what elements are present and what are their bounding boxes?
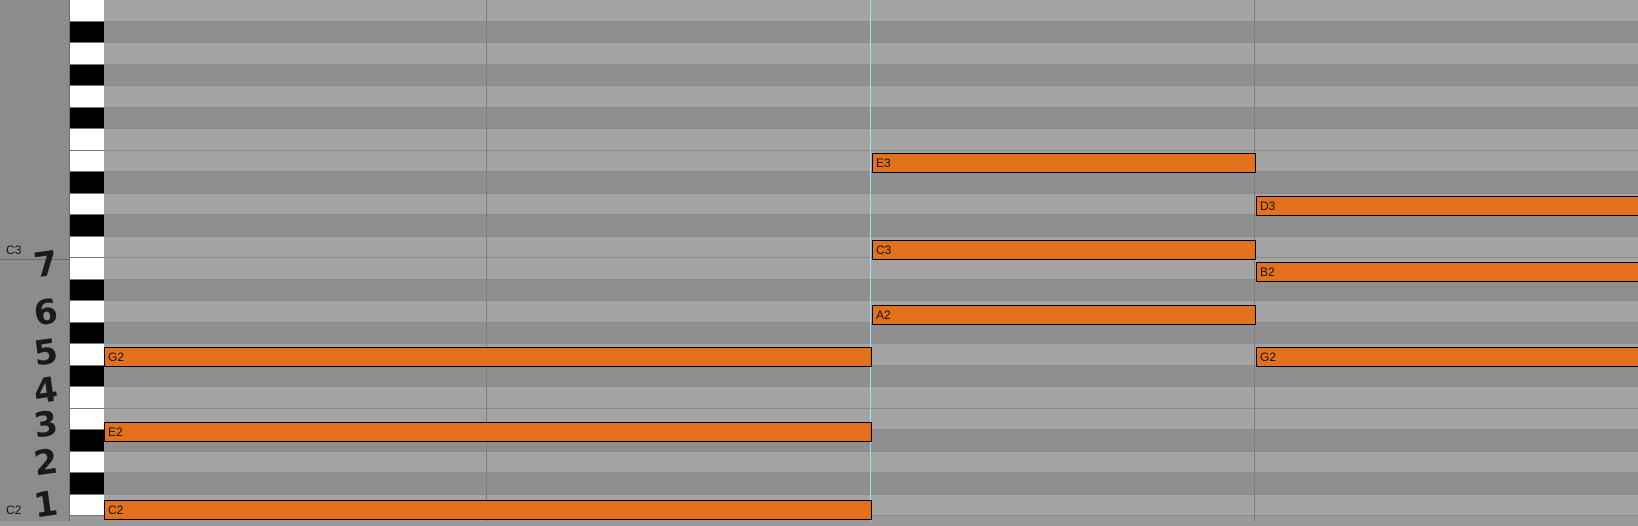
scale-degree-1: 1 xyxy=(31,483,61,526)
piano-keyboard xyxy=(70,0,104,521)
pitch-lane xyxy=(104,473,1638,495)
white-key[interactable] xyxy=(70,0,104,22)
black-key[interactable] xyxy=(70,107,104,129)
black-key[interactable] xyxy=(70,430,104,452)
black-key[interactable] xyxy=(70,215,104,237)
white-key[interactable] xyxy=(70,344,104,366)
midi-note[interactable]: A2 xyxy=(872,305,1256,325)
pitch-lane xyxy=(104,322,1638,344)
pitch-lane xyxy=(104,215,1638,237)
black-key[interactable] xyxy=(70,473,104,495)
octave-label-c2: C2 xyxy=(6,503,22,517)
black-key[interactable] xyxy=(70,279,104,301)
note-grid[interactable]: G2 E2 C2 E3 C3 A2 D3 B2 G2 xyxy=(104,0,1638,521)
octave-ruler: C3 C2 7 6 5 4 3 2 1 xyxy=(0,0,70,526)
white-key[interactable] xyxy=(70,129,104,151)
pitch-lane xyxy=(104,451,1638,473)
midi-note[interactable]: C2 xyxy=(104,500,872,520)
pitch-lane xyxy=(104,365,1638,387)
pitch-lane xyxy=(104,21,1638,43)
playhead[interactable] xyxy=(870,0,871,521)
octave-label-c3: C3 xyxy=(6,243,22,257)
pitch-lane xyxy=(104,129,1638,151)
midi-note[interactable]: G2 xyxy=(104,347,872,367)
pitch-lane xyxy=(104,279,1638,301)
pitch-lane xyxy=(104,43,1638,65)
midi-note[interactable]: E3 xyxy=(872,153,1256,173)
white-key[interactable] xyxy=(70,86,104,108)
pitch-lane xyxy=(104,86,1638,108)
pitch-lane xyxy=(104,236,1638,258)
white-key[interactable] xyxy=(70,236,104,258)
pitch-lane xyxy=(104,0,1638,22)
scale-degree-6: 6 xyxy=(31,291,61,335)
white-key[interactable] xyxy=(70,387,104,409)
black-key[interactable] xyxy=(70,365,104,387)
midi-note[interactable]: D3 xyxy=(1256,196,1638,216)
black-key[interactable] xyxy=(70,322,104,344)
scale-degree-7: 7 xyxy=(31,243,61,287)
white-key[interactable] xyxy=(70,43,104,65)
black-key[interactable] xyxy=(70,21,104,43)
midi-note[interactable]: G2 xyxy=(1256,347,1638,367)
black-key[interactable] xyxy=(70,172,104,194)
scale-degree-3: 3 xyxy=(31,403,61,447)
white-key[interactable] xyxy=(70,451,104,473)
midi-note[interactable]: C3 xyxy=(872,240,1256,260)
white-key[interactable] xyxy=(70,494,104,516)
white-key[interactable] xyxy=(70,258,104,280)
scale-degree-5: 5 xyxy=(31,331,61,375)
pitch-lane xyxy=(104,64,1638,86)
white-key[interactable] xyxy=(70,193,104,215)
pitch-lane xyxy=(104,172,1638,194)
midi-note[interactable]: E2 xyxy=(104,422,872,442)
beat-line xyxy=(1254,0,1255,521)
midi-note[interactable]: B2 xyxy=(1256,262,1638,282)
pitch-lane xyxy=(104,107,1638,129)
black-key[interactable] xyxy=(70,64,104,86)
pitch-lane xyxy=(104,387,1638,409)
white-key[interactable] xyxy=(70,150,104,172)
white-key[interactable] xyxy=(70,408,104,430)
beat-line xyxy=(486,0,487,521)
pitch-lane xyxy=(104,301,1638,323)
scale-degree-2: 2 xyxy=(31,441,61,485)
pitch-lane xyxy=(104,150,1638,172)
white-key[interactable] xyxy=(70,301,104,323)
